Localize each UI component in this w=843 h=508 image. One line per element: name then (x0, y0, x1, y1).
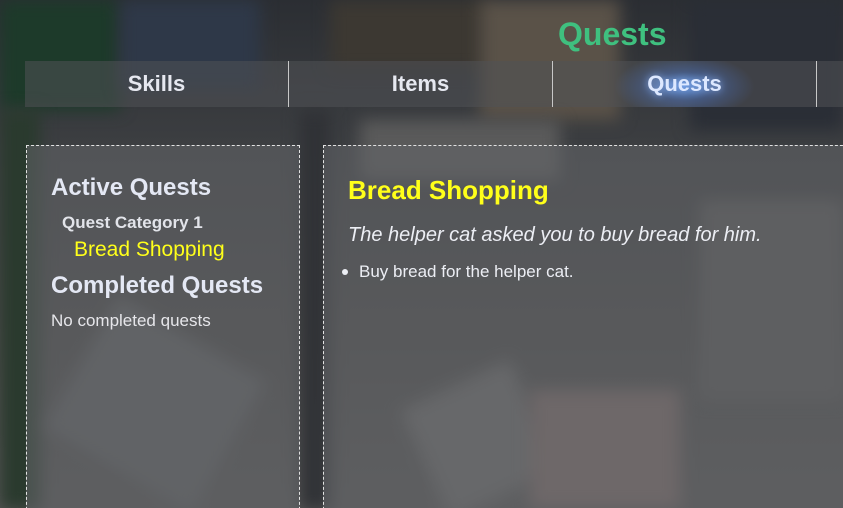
tab-items[interactable]: Items (289, 61, 553, 107)
quest-item-bread-shopping[interactable]: Bread Shopping (74, 238, 225, 262)
quest-objective: Buy bread for the helper cat. (342, 262, 574, 282)
completed-quests-heading: Completed Quests (51, 272, 264, 299)
tab-bar: Skills Items Quests (25, 61, 843, 107)
tab-quests[interactable]: Quests (553, 61, 817, 107)
quest-detail-description: The helper cat asked you to buy bread fo… (348, 224, 762, 246)
page-title: Quests (558, 16, 667, 52)
tab-bar-overflow (817, 61, 843, 107)
quest-detail-panel: Bread Shopping The helper cat asked you … (323, 145, 843, 508)
quest-objectives-list: Buy bread for the helper cat. (342, 262, 574, 282)
bullet-icon (342, 269, 348, 275)
quest-objective-text: Buy bread for the helper cat. (359, 262, 574, 281)
active-quests-heading: Active Quests (51, 174, 212, 201)
quest-category-label: Quest Category 1 (62, 213, 203, 232)
completed-quests-empty-message: No completed quests (51, 311, 211, 330)
tab-skills[interactable]: Skills (25, 61, 289, 107)
quest-list-panel: Active Quests Quest Category 1 Bread Sho… (26, 145, 300, 508)
quest-detail-title: Bread Shopping (348, 175, 549, 205)
